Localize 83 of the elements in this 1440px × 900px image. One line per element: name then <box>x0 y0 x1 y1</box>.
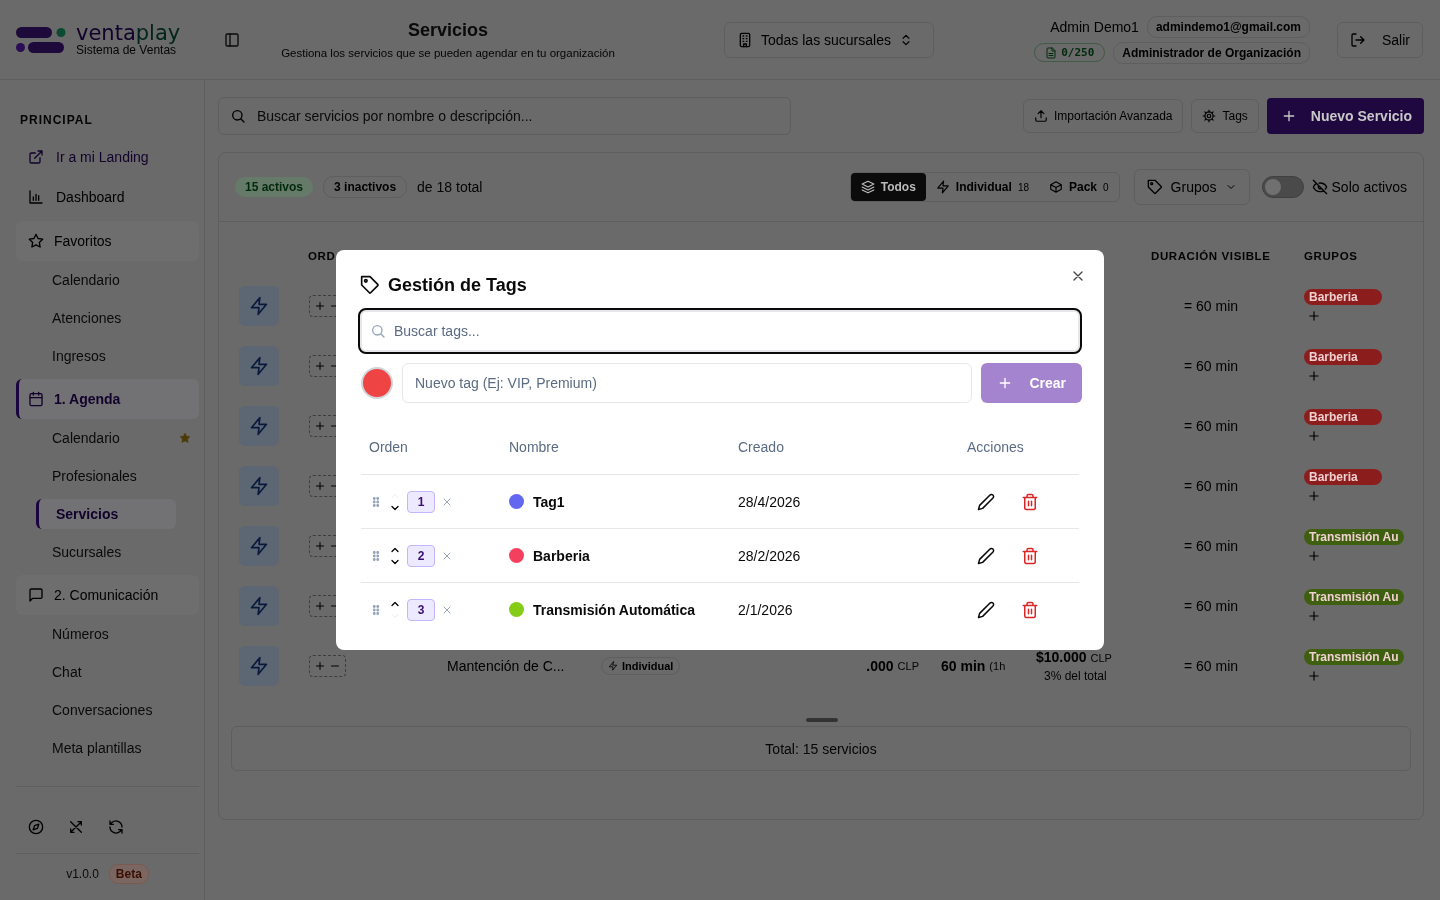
column-header: Creado <box>737 438 785 455</box>
sidebar-item[interactable]: Calendario <box>36 423 176 453</box>
created-date: 28/2/2026 <box>738 547 801 564</box>
column-header: Orden <box>368 438 409 455</box>
sidebar-item[interactable]: Chat <box>36 657 176 687</box>
created-date: 28/4/2026 <box>738 493 801 510</box>
sidebar-item[interactable]: Números <box>36 619 176 649</box>
type-label: Individual <box>622 660 674 672</box>
new-service-button[interactable]: Nuevo Servicio <box>1266 98 1424 134</box>
sidebar-group[interactable]: 2. Comunicación <box>16 575 199 615</box>
filter-tab[interactable]: Pack 0 <box>1039 173 1119 201</box>
search-field[interactable]: Buscar servicios por nombre o descripción... <box>218 97 791 135</box>
table-footer: Total: 15 servicios <box>231 726 1411 771</box>
groups-dropdown[interactable]: Grupos <box>1133 169 1250 205</box>
visible-duration: = 60 min <box>1184 298 1239 314</box>
visible-duration: = 60 min <box>1184 358 1239 374</box>
tag-name: Transmisión Automática <box>533 601 696 618</box>
sidebar-link[interactable]: Ir a mi Landing <box>16 137 199 177</box>
order-number[interactable]: 3 <box>407 598 435 621</box>
duration-hint: (1h <box>989 660 1006 672</box>
duration: 60 min <box>941 658 986 674</box>
page-title: Servicios <box>406 20 490 41</box>
version-label: v1.0.0 <box>66 867 99 881</box>
sidebar-item[interactable]: Meta plantillas <box>36 733 176 763</box>
visible-duration: = 60 min <box>1184 418 1239 434</box>
toggle-label: Solo activos <box>1331 179 1407 195</box>
group-tag: Transmisión Au <box>1304 589 1404 605</box>
column-header: GRUPOS <box>1304 249 1359 262</box>
section-label: PRINCIPAL <box>19 113 94 127</box>
sidebar-item[interactable]: Profesionales <box>36 461 176 491</box>
sidebar-item[interactable]: Ingresos <box>36 341 176 371</box>
group-tag: Barberia <box>1304 289 1382 305</box>
create-button[interactable]: Crear <box>981 363 1082 403</box>
credits-count: 0/250 <box>1061 46 1095 59</box>
visible-duration: = 60 min <box>1184 598 1239 614</box>
user-role: Administrador de Organización <box>1113 41 1310 64</box>
user-name: Admin Demo1 <box>1050 18 1139 35</box>
column-header: Nombre <box>508 438 560 455</box>
tag-name: Tag1 <box>533 493 565 510</box>
share-label: 3% del total <box>1043 669 1107 683</box>
sidebar-item[interactable]: Sucursales <box>36 537 176 567</box>
order-number[interactable]: 1 <box>407 490 435 513</box>
group-tag: Barberia <box>1304 469 1382 485</box>
user-email: admindemo1@gmail.com <box>1146 15 1310 38</box>
order-number[interactable]: 2 <box>407 544 435 567</box>
visible-duration: = 60 min <box>1184 538 1239 554</box>
active-count: 15 activos <box>235 177 314 197</box>
group-tag: Transmisión Au <box>1304 649 1404 665</box>
sidebar-item[interactable]: Servicios <box>36 499 176 529</box>
import-button[interactable]: Importación Avanzada <box>1022 99 1184 133</box>
group-tag: Barberia <box>1304 349 1382 365</box>
currency: CLP <box>1090 652 1112 664</box>
beta-badge: Beta <box>108 864 149 884</box>
page-subtitle: Gestiona los servicios que se pueden agendar en tu organización <box>280 47 616 59</box>
tag-name-field[interactable]: Nuevo tag (Ej: VIP, Premium) <box>402 363 973 403</box>
search-field[interactable]: Buscar tags... <box>358 308 1082 354</box>
filter-tab[interactable]: Todos <box>850 173 926 201</box>
created-date: 2/1/2026 <box>738 601 793 618</box>
tags-button[interactable]: Tags <box>1191 99 1259 133</box>
group-tag: Barberia <box>1304 409 1382 425</box>
total-price: $10.000 <box>1036 649 1087 665</box>
column-header: ORD <box>308 249 337 262</box>
service-name: Mantención de C... <box>447 658 565 674</box>
sidebar-item[interactable]: Calendario <box>36 265 176 295</box>
column-header: DURACIÓN VISIBLE <box>1151 249 1272 262</box>
group-tag: Transmisión Au <box>1304 529 1404 545</box>
visible-duration: = 60 min <box>1184 658 1239 674</box>
filter-tab[interactable]: Individual 18 <box>925 173 1039 201</box>
currency: CLP <box>897 660 919 672</box>
branch-select[interactable]: Todas las sucursales <box>724 21 934 58</box>
price: .000 <box>866 658 894 674</box>
sidebar-item[interactable]: Atenciones <box>36 303 176 333</box>
total-count: de 18 total <box>417 179 483 195</box>
sidebar-link[interactable]: Dashboard <box>16 177 199 217</box>
sidebar-item[interactable]: Conversaciones <box>36 695 176 725</box>
sidebar-group[interactable]: 1. Agenda <box>16 379 199 419</box>
visible-duration: = 60 min <box>1184 478 1239 494</box>
dialog-title: Gestión de Tags <box>388 274 527 296</box>
logout-button[interactable]: Salir <box>1337 21 1423 58</box>
sidebar-group[interactable]: Favoritos <box>16 221 199 261</box>
inactive-count: 3 inactivos <box>323 176 408 198</box>
tag-name: Barberia <box>533 547 590 564</box>
column-header: Acciones <box>966 438 1025 455</box>
